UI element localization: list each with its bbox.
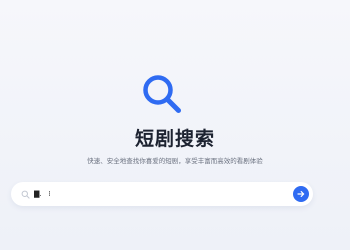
search-submit-button[interactable] <box>293 186 309 202</box>
page-subtitle: 快速、安全地查找你喜爱的短剧，享受丰富而高效的看剧体验 <box>87 157 263 165</box>
search-input[interactable] <box>34 186 293 202</box>
hero-section: 短剧搜索 快速、安全地查找你喜爱的短剧，享受丰富而高效的看剧体验 <box>0 0 350 250</box>
search-bar <box>11 182 313 206</box>
search-icon <box>21 190 30 199</box>
search-icon <box>143 75 181 113</box>
page-title: 短剧搜索 <box>134 128 215 150</box>
arrow-right-icon <box>297 191 305 198</box>
